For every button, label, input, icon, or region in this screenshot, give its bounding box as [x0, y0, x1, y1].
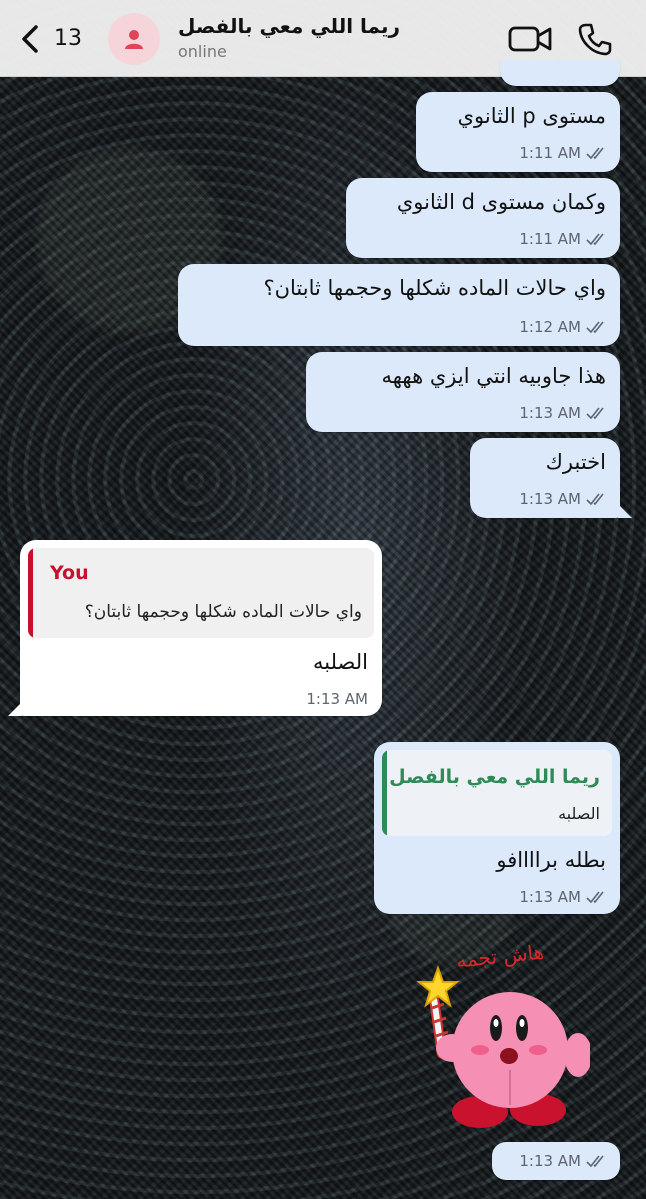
message-time: 1:13 AM: [306, 690, 368, 708]
message-bubble[interactable]: وكمان مستوى d الثانوي 1:11 AM: [346, 178, 620, 258]
contact-status: online: [178, 42, 227, 61]
message-time: 1:13 AM: [519, 1152, 581, 1170]
message-meta: 1:13 AM: [519, 490, 606, 508]
chevron-left-icon: [22, 25, 38, 53]
video-call-button[interactable]: [508, 24, 552, 58]
message-bubble[interactable]: واي حالات الماده شكلها وحجمها ثابتان؟ 1:…: [178, 264, 620, 346]
incoming-reply-bubble[interactable]: You واي حالات الماده شكلها وحجمها ثابتان…: [20, 540, 382, 716]
double-check-icon: [586, 321, 604, 333]
message-text: اختبرك: [545, 450, 606, 474]
message-time: 1:11 AM: [519, 144, 581, 162]
message-text: مستوى p الثانوي: [457, 104, 606, 128]
sticker-timestamp: 1:13 AM: [492, 1142, 620, 1180]
message-time: 1:13 AM: [519, 888, 581, 906]
message-time: 1:13 AM: [519, 490, 581, 508]
quote-text: واي حالات الماده شكلها وحجمها ثابتان؟: [84, 602, 362, 622]
message-meta: 1:13 AM: [519, 404, 606, 422]
quoted-message[interactable]: ريما اللي معي بالفصل الصلبه: [382, 750, 612, 836]
double-check-icon: [586, 407, 604, 419]
message-time: 1:12 AM: [519, 318, 581, 336]
message-meta: 1:11 AM: [519, 144, 606, 162]
message-text: الصلبه: [313, 650, 368, 674]
message-bubble[interactable]: اختبرك 1:13 AM: [470, 438, 620, 518]
person-icon: [125, 30, 143, 49]
quote-bar: [28, 548, 33, 638]
double-check-icon: [586, 147, 604, 159]
outgoing-reply-bubble[interactable]: ريما اللي معي بالفصل الصلبه بطله برااااف…: [374, 742, 620, 914]
video-camera-icon: [508, 26, 552, 52]
message-bubble[interactable]: هذا جاوبيه انتي ايزي هههه 1:13 AM: [306, 352, 620, 432]
message-text: هذا جاوبيه انتي ايزي هههه: [381, 364, 606, 388]
quote-bar: [382, 750, 387, 836]
message-bubble[interactable]: مستوى p الثانوي 1:11 AM: [416, 92, 620, 172]
message-bubble-partial[interactable]: [500, 60, 620, 86]
quote-text: الصلبه: [558, 804, 600, 823]
message-text: بطله براااافو: [496, 848, 606, 872]
double-check-icon: [586, 1155, 604, 1167]
contact-name[interactable]: ريما اللي معي بالفصل: [178, 14, 400, 38]
message-meta: 1:13 AM: [306, 690, 368, 708]
message-meta: 1:13 AM: [519, 1152, 606, 1170]
message-text: وكمان مستوى d الثانوي: [396, 190, 606, 214]
double-check-icon: [586, 233, 604, 245]
voice-call-button[interactable]: [578, 22, 612, 60]
quote-author: You: [50, 562, 89, 584]
kirby-sticker-image[interactable]: [410, 960, 590, 1140]
avatar[interactable]: [108, 13, 160, 65]
message-text: واي حالات الماده شكلها وحجمها ثابتان؟: [263, 276, 606, 300]
quote-author: ريما اللي معي بالفصل: [389, 766, 600, 788]
message-meta: 1:13 AM: [519, 888, 606, 906]
double-check-icon: [586, 493, 604, 505]
unread-count[interactable]: 13: [54, 26, 82, 51]
quoted-message[interactable]: You واي حالات الماده شكلها وحجمها ثابتان…: [28, 548, 374, 638]
double-check-icon: [586, 891, 604, 903]
message-meta: 1:11 AM: [519, 230, 606, 248]
message-meta: 1:12 AM: [519, 318, 606, 336]
message-time: 1:11 AM: [519, 230, 581, 248]
back-button[interactable]: [18, 22, 44, 56]
message-time: 1:13 AM: [519, 404, 581, 422]
phone-icon: [578, 23, 612, 56]
